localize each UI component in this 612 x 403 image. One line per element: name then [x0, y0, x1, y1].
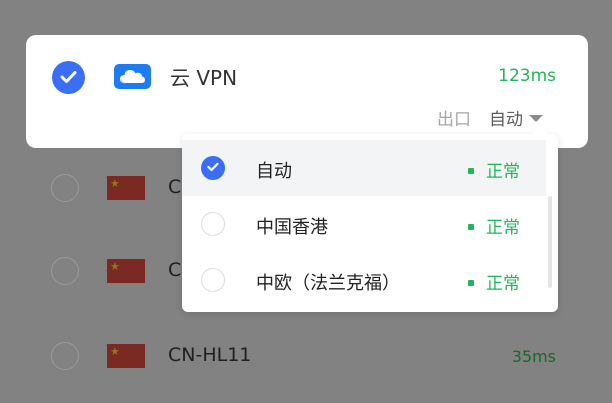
option-status: 正常: [486, 162, 520, 182]
vpn-card[interactable]: 云 VPN 123ms 出口 自动: [26, 35, 588, 148]
vpn-latency: 123ms: [498, 66, 556, 86]
option-radio[interactable]: [201, 212, 225, 236]
status-dot-icon: [468, 168, 474, 174]
cloud-icon: [114, 64, 151, 89]
option-radio[interactable]: [201, 268, 225, 292]
exit-mode-select[interactable]: 自动: [489, 105, 543, 130]
china-flag-icon: ★: [107, 176, 145, 200]
selected-check-icon[interactable]: [52, 61, 85, 94]
server-latency: 35ms: [511, 347, 556, 366]
option-status: 正常: [486, 274, 520, 294]
status-dot-icon: [468, 280, 474, 286]
dropdown-option-hongkong[interactable]: 中国香港 正常: [182, 196, 546, 252]
selected-check-icon[interactable]: [201, 156, 225, 180]
dropdown-option-auto[interactable]: 自动 正常: [182, 140, 546, 196]
china-flag-icon: ★: [107, 344, 145, 368]
server-name: C: [168, 259, 182, 281]
china-flag-icon: ★: [107, 259, 145, 283]
dropdown-option-frankfurt[interactable]: 中欧（法兰克福） 正常: [182, 252, 546, 308]
exit-dropdown: 自动 正常 中国香港 正常 中欧（法兰克福） 正常: [182, 125, 558, 312]
caret-down-icon: [529, 114, 543, 122]
vpn-name: 云 VPN: [170, 66, 238, 90]
status-dot-icon: [468, 224, 474, 230]
exit-mode-value: 自动: [489, 110, 523, 130]
server-radio[interactable]: [51, 257, 79, 285]
exit-label: 出口: [437, 110, 471, 130]
dropdown-scrollbar[interactable]: [548, 196, 552, 288]
option-label: 中欧（法兰克福）: [256, 273, 400, 294]
server-name: CN-HL11: [168, 344, 252, 366]
server-radio[interactable]: [51, 174, 79, 202]
option-status: 正常: [486, 218, 520, 238]
server-row[interactable]: ★ CN-HL11 35ms: [0, 328, 612, 384]
option-label: 自动: [256, 161, 292, 182]
server-radio[interactable]: [51, 342, 79, 370]
option-label: 中国香港: [256, 217, 328, 238]
